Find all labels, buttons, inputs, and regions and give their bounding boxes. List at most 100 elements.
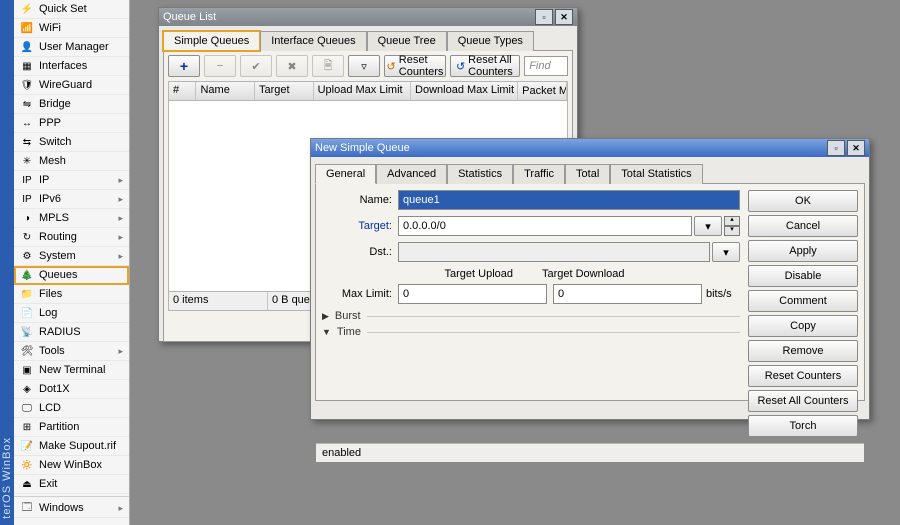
chevron-right-icon: ▸ xyxy=(118,346,123,357)
queue-list-titlebar[interactable]: Queue List ▫ ✕ xyxy=(159,8,577,26)
tab-interface-queues[interactable]: Interface Queues xyxy=(260,31,366,51)
cancel-button[interactable]: Cancel xyxy=(748,215,858,237)
find-input[interactable]: Find xyxy=(524,56,568,76)
remove-button[interactable]: Remove xyxy=(748,340,858,362)
sidebar-item-log[interactable]: 📄Log xyxy=(14,304,129,323)
sidebar-item-wifi[interactable]: 📶WiFi xyxy=(14,19,129,38)
sidebar-item-quick-set[interactable]: ⚡Quick Set xyxy=(14,0,129,19)
sidebar-icon: ↻ xyxy=(20,230,34,244)
column-header[interactable]: Name xyxy=(196,82,255,100)
enable-button[interactable]: ✔ xyxy=(240,55,272,77)
minimize-icon[interactable]: ▫ xyxy=(535,9,553,25)
chevron-right-icon: ▸ xyxy=(118,503,123,514)
sidebar-item-ipv6[interactable]: IPIPv6▸ xyxy=(14,190,129,209)
reset-counters-button[interactable]: Reset Counters xyxy=(748,365,858,387)
sidebar-item-switch[interactable]: ⇆Switch xyxy=(14,133,129,152)
sidebar-item-ppp[interactable]: ↔PPP xyxy=(14,114,129,133)
dst-dropdown-button[interactable]: ▾ xyxy=(712,242,740,262)
sidebar-item-label: Make Supout.rif xyxy=(39,440,123,452)
sidebar-icon: 🛠 xyxy=(20,344,34,358)
dialog-form: Name: queue1 Target: 0.0.0.0/0 ▾ ▴▾ Dst.… xyxy=(322,190,740,437)
add-button[interactable]: + xyxy=(168,55,200,77)
torch-button[interactable]: Torch xyxy=(748,415,858,437)
tab-advanced[interactable]: Advanced xyxy=(376,164,447,184)
sidebar-item-new-terminal[interactable]: ▣New Terminal xyxy=(14,361,129,380)
dialog-status: enabled xyxy=(316,443,864,462)
queue-list-header: #NameTargetUpload Max LimitDownload Max … xyxy=(168,81,568,101)
remove-button[interactable]: − xyxy=(204,55,236,77)
comment-button[interactable]: 🗎 xyxy=(312,55,344,77)
sidebar-icon: 🗔 xyxy=(20,501,34,515)
sidebar-icon: ⚙ xyxy=(20,249,34,263)
column-header[interactable]: Download Max Limit xyxy=(411,82,518,100)
filter-button[interactable]: ▿ xyxy=(348,55,380,77)
sidebar-item-queues[interactable]: 🎄Queues xyxy=(14,266,129,285)
dst-label: Dst.: xyxy=(322,246,398,258)
burst-expander[interactable]: ▶ Burst xyxy=(322,310,740,322)
dst-input[interactable] xyxy=(398,242,710,262)
reset-all-counters-button[interactable]: Reset All Counters xyxy=(748,390,858,412)
disable-button[interactable]: Disable xyxy=(748,265,858,287)
sidebar-item-lcd[interactable]: 🖵LCD xyxy=(14,399,129,418)
apply-button[interactable]: Apply xyxy=(748,240,858,262)
sidebar-icon: 📁 xyxy=(20,287,34,301)
sidebar-item-make-supout-rif[interactable]: 📝Make Supout.rif xyxy=(14,437,129,456)
sidebar-item-ip[interactable]: IPIP▸ xyxy=(14,171,129,190)
reset-counters-button[interactable]: ↺ Reset Counters xyxy=(384,55,446,77)
sidebar-item-user-manager[interactable]: 👤User Manager xyxy=(14,38,129,57)
sidebar-item-windows[interactable]: 🗔 Windows▸ xyxy=(14,499,129,518)
chevron-right-icon: ▸ xyxy=(118,194,123,205)
sidebar-item-label: Routing xyxy=(39,231,118,243)
sidebar-item-partition[interactable]: ⊞Partition xyxy=(14,418,129,437)
tab-statistics[interactable]: Statistics xyxy=(447,164,513,184)
dialog-titlebar[interactable]: New Simple Queue ▫ ✕ xyxy=(311,139,869,157)
new-simple-queue-dialog: New Simple Queue ▫ ✕ GeneralAdvancedStat… xyxy=(310,138,870,420)
target-dropdown-button[interactable]: ▾ xyxy=(694,216,722,236)
tab-queue-types[interactable]: Queue Types xyxy=(447,31,534,51)
column-header[interactable]: Upload Max Limit xyxy=(314,82,411,100)
minimize-icon[interactable]: ▫ xyxy=(827,140,845,156)
tab-queue-tree[interactable]: Queue Tree xyxy=(367,31,447,51)
column-header[interactable]: Target xyxy=(255,82,314,100)
tab-total-statistics[interactable]: Total Statistics xyxy=(610,164,702,184)
close-icon[interactable]: ✕ xyxy=(847,140,865,156)
ok-button[interactable]: OK xyxy=(748,190,858,212)
name-input[interactable]: queue1 xyxy=(398,190,740,210)
app-title-text: terOS WinBox xyxy=(1,431,13,525)
chevron-right-icon: ▸ xyxy=(118,232,123,243)
tab-traffic[interactable]: Traffic xyxy=(513,164,565,184)
sidebar-item-new-winbox[interactable]: 🔅New WinBox xyxy=(14,456,129,475)
sidebar-item-exit[interactable]: ⏏Exit xyxy=(14,475,129,494)
target-input[interactable]: 0.0.0.0/0 xyxy=(398,216,692,236)
close-icon[interactable]: ✕ xyxy=(555,9,573,25)
sidebar-item-mesh[interactable]: ✳Mesh xyxy=(14,152,129,171)
sidebar-item-tools[interactable]: 🛠Tools▸ xyxy=(14,342,129,361)
column-header[interactable]: Packet Marks ▾ xyxy=(518,82,567,100)
target-spinner[interactable]: ▴▾ xyxy=(724,216,740,236)
reset-all-counters-button[interactable]: ↺ Reset All Counters xyxy=(450,55,520,77)
sidebar-item-mpls[interactable]: ◑MPLS▸ xyxy=(14,209,129,228)
sidebar-item-dot1x[interactable]: ◈Dot1X xyxy=(14,380,129,399)
column-header[interactable]: # xyxy=(169,82,196,100)
sidebar-item-routing[interactable]: ↻ Routing▸ xyxy=(14,228,129,247)
sidebar-item-interfaces[interactable]: ▦Interfaces xyxy=(14,57,129,76)
copy-button[interactable]: Copy xyxy=(748,315,858,337)
sidebar-item-label: MPLS xyxy=(39,212,118,224)
sidebar-item-files[interactable]: 📁Files xyxy=(14,285,129,304)
chevron-right-icon: ▸ xyxy=(118,213,123,224)
max-download-input[interactable]: 0 xyxy=(553,284,702,304)
tab-total[interactable]: Total xyxy=(565,164,610,184)
sidebar-item-bridge[interactable]: ⇋Bridge xyxy=(14,95,129,114)
sidebar-icon: ⇆ xyxy=(20,135,34,149)
sidebar-item-wireguard[interactable]: 🛡WireGuard xyxy=(14,76,129,95)
comment-button[interactable]: Comment xyxy=(748,290,858,312)
sidebar-item-system[interactable]: ⚙System▸ xyxy=(14,247,129,266)
tab-simple-queues[interactable]: Simple Queues xyxy=(163,31,260,51)
target-label: Target: xyxy=(322,220,398,232)
max-upload-input[interactable]: 0 xyxy=(398,284,547,304)
time-expander[interactable]: ▼ Time xyxy=(322,326,740,338)
disable-button[interactable]: ✖ xyxy=(276,55,308,77)
tab-general[interactable]: General xyxy=(315,164,376,184)
sidebar-item-radius[interactable]: 📡RADIUS xyxy=(14,323,129,342)
sidebar-item-label: Windows xyxy=(39,502,118,514)
